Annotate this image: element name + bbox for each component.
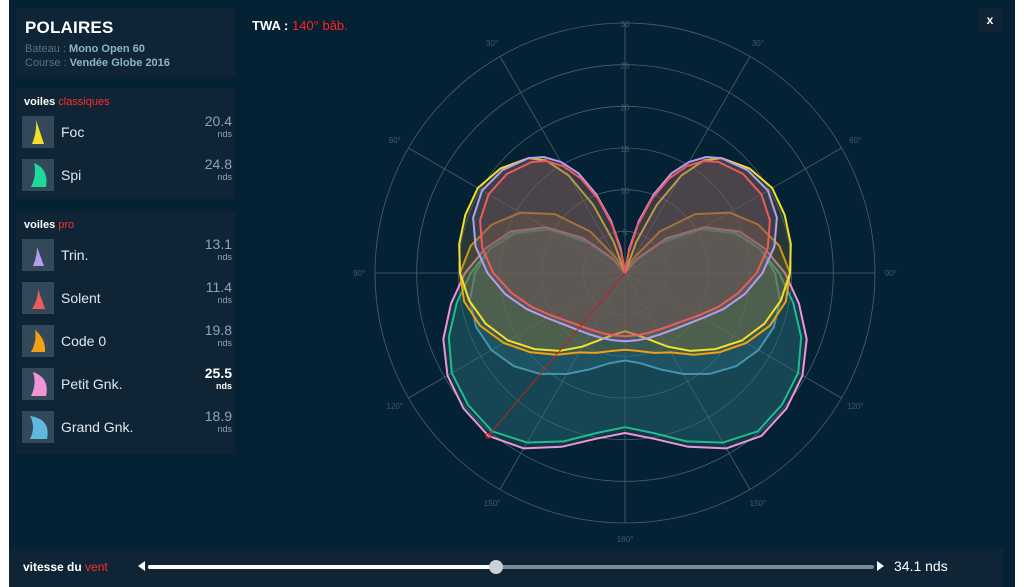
angle-tick-label: 150° — [484, 499, 501, 508]
angle-tick-label: 90° — [885, 269, 897, 278]
angle-tick-label: 120° — [847, 402, 864, 411]
polar-window: POLAIRES Bateau : Mono Open 60 Course : … — [0, 0, 1024, 587]
radius-tick-label: 15 — [621, 145, 630, 154]
angle-tick-label: 120° — [387, 402, 404, 411]
angle-tick-label: 30° — [752, 39, 764, 48]
slider-knob[interactable] — [489, 560, 504, 574]
angle-tick-label: 30° — [486, 39, 498, 48]
angle-tick-label: 90° — [353, 269, 365, 278]
increase-arrow-icon[interactable] — [877, 561, 884, 571]
decrease-arrow-icon[interactable] — [138, 561, 145, 571]
angle-tick-label: 180° — [617, 535, 634, 544]
wind-label-accent: vent — [85, 560, 108, 574]
slider-track[interactable] — [148, 560, 874, 574]
wind-speed-label: vitesse du vent — [23, 560, 108, 574]
wind-speed-slider[interactable] — [138, 549, 884, 587]
wind-speed-value: 34.1 nds — [894, 558, 948, 574]
radius-tick-label: 10 — [621, 187, 630, 196]
radius-tick-label: 25 — [621, 62, 630, 71]
radius-tick-label: 5 — [623, 228, 628, 237]
polar-chart[interactable]: 5 10 15 20 25 30 30° 30° 60° 60° 90° 90° 120° 120° 150… — [0, 0, 1024, 587]
wind-speed-bar: vitesse du vent 34.1 nds — [9, 549, 1003, 587]
radius-tick-label: 20 — [621, 103, 630, 112]
wind-label-word: vitesse du — [23, 560, 82, 574]
angle-tick-label: 60° — [849, 136, 861, 145]
slider-fill — [148, 565, 497, 569]
angle-tick-label: 60° — [389, 136, 401, 145]
angle-tick-label: 150° — [750, 499, 767, 508]
radius-tick-label: 30 — [621, 20, 630, 29]
